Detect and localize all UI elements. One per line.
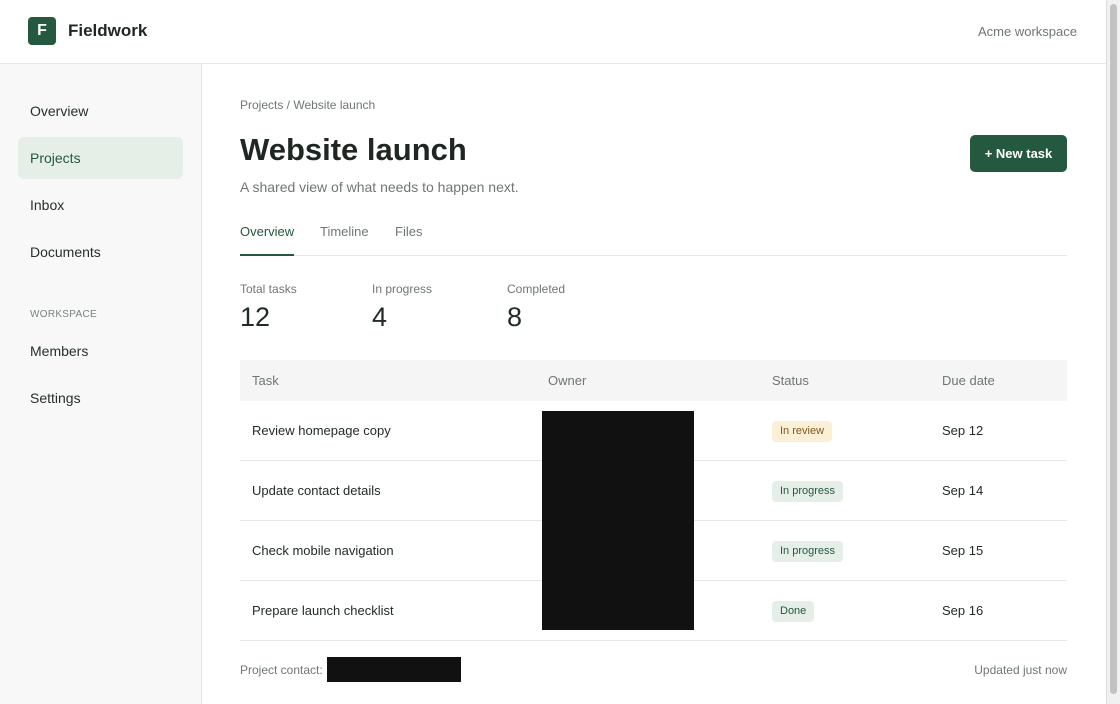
task-name[interactable]: Check mobile navigation bbox=[252, 543, 394, 558]
brand-name[interactable]: Fieldwork bbox=[68, 21, 147, 41]
stat-label: Total tasks bbox=[240, 282, 297, 296]
sidebar-item-overview[interactable]: Overview bbox=[18, 90, 183, 132]
workspace-switcher[interactable]: Acme workspace bbox=[978, 24, 1077, 39]
table-header: Task Owner Status Due date bbox=[240, 360, 1067, 401]
sidebar-item-inbox[interactable]: Inbox bbox=[18, 184, 183, 226]
task-name[interactable]: Update contact details bbox=[252, 483, 381, 498]
sidebar-item-settings[interactable]: Settings bbox=[18, 377, 183, 419]
stat-value: 8 bbox=[507, 302, 523, 332]
stat-value: 4 bbox=[372, 302, 388, 332]
sidebar-item-projects[interactable]: Projects bbox=[18, 137, 183, 179]
stat-value: 12 bbox=[240, 302, 271, 332]
sidebar: Overview Projects Inbox Documents WORKSP… bbox=[0, 64, 202, 704]
column-header-due-date[interactable]: Due date bbox=[942, 373, 995, 388]
new-task-button[interactable]: + New task bbox=[970, 135, 1067, 172]
task-name[interactable]: Review homepage copy bbox=[252, 423, 391, 438]
owner-redaction bbox=[542, 411, 694, 630]
column-header-status[interactable]: Status bbox=[772, 373, 809, 388]
project-contact-label: Project contact: bbox=[240, 663, 323, 677]
stat-total-tasks: Total tasks 12 bbox=[240, 282, 297, 333]
tab-timeline[interactable]: Timeline bbox=[320, 224, 369, 256]
sidebar-section-label: WORKSPACE bbox=[30, 309, 97, 320]
breadcrumb[interactable]: Projects / Website launch bbox=[240, 98, 375, 112]
sidebar-item-members[interactable]: Members bbox=[18, 330, 183, 372]
stat-label: Completed bbox=[507, 282, 566, 296]
updated-timestamp: Updated just now bbox=[974, 663, 1067, 677]
page-scrollbar[interactable] bbox=[1106, 0, 1120, 704]
scrollbar-thumb[interactable] bbox=[1110, 4, 1117, 694]
status-badge: In progress bbox=[772, 481, 844, 502]
stat-in-progress: In progress 4 bbox=[372, 282, 432, 333]
stat-label: In progress bbox=[372, 282, 433, 296]
page-subtitle: A shared view of what needs to happen ne… bbox=[240, 179, 519, 195]
tab-files[interactable]: Files bbox=[395, 224, 422, 256]
due-date: Sep 16 bbox=[942, 603, 984, 618]
due-date: Sep 14 bbox=[942, 483, 984, 498]
top-bar: F Fieldwork Acme workspace bbox=[0, 0, 1106, 64]
status-badge: In progress bbox=[772, 541, 844, 562]
stat-completed: Completed 8 bbox=[507, 282, 565, 333]
status-badge: Done bbox=[772, 601, 815, 622]
due-date: Sep 15 bbox=[942, 543, 984, 558]
page-title: Website launch bbox=[240, 132, 467, 167]
fieldwork-logo-icon[interactable]: F bbox=[28, 17, 56, 45]
tab-overview[interactable]: Overview bbox=[240, 224, 295, 256]
status-badge: In review bbox=[772, 421, 833, 442]
column-header-owner[interactable]: Owner bbox=[548, 373, 586, 388]
contact-redaction bbox=[327, 657, 461, 682]
tab-bar: Overview Timeline Files bbox=[240, 221, 1067, 256]
column-header-task[interactable]: Task bbox=[252, 373, 279, 388]
sidebar-item-documents[interactable]: Documents bbox=[18, 231, 183, 273]
due-date: Sep 12 bbox=[942, 423, 984, 438]
task-name[interactable]: Prepare launch checklist bbox=[252, 603, 394, 618]
